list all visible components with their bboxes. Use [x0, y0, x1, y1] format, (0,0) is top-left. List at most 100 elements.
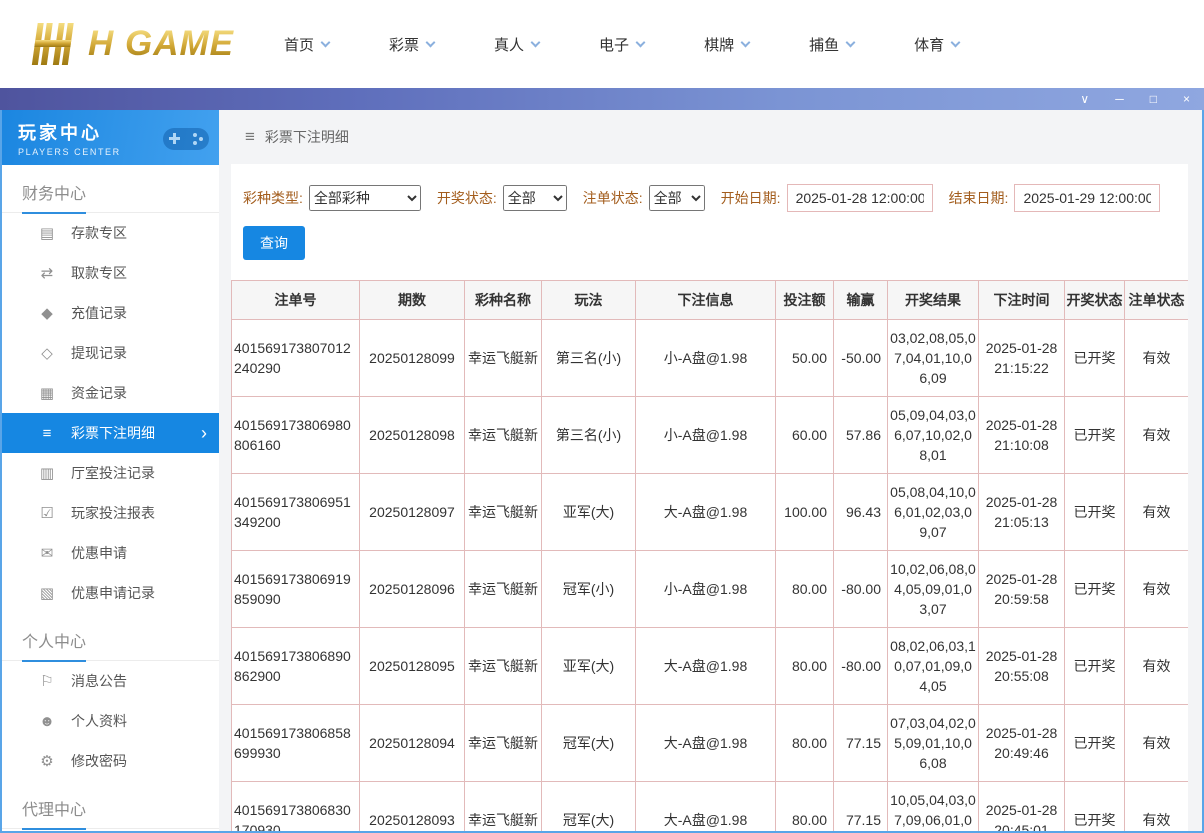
- sidebar-item-withdraw[interactable]: ⇄取款专区: [2, 253, 219, 293]
- cell-lottery: 幸运飞艇新: [465, 628, 542, 705]
- sidebar-item-label: 资金记录: [71, 383, 127, 403]
- app-body: 玩家中心 PLAYERS CENTER 财务中心▤存款专区⇄取款专区◆充值记录◇…: [0, 110, 1204, 833]
- cell-bet_no: 401569173807012240290: [232, 320, 360, 397]
- sidebar-item-label: 优惠申请: [71, 543, 127, 563]
- sidebar-item-deposit[interactable]: ▤存款专区: [2, 213, 219, 253]
- nav-item-fishing[interactable]: 捕鱼: [809, 34, 854, 55]
- cell-bet_time: 2025-01-28 20:59:58: [979, 551, 1065, 628]
- nav-item-live[interactable]: 真人: [494, 34, 539, 55]
- cell-play: 冠军(大): [542, 782, 636, 832]
- nav-item-electronic[interactable]: 电子: [599, 34, 644, 55]
- sidebar-item-lottery-bet-detail[interactable]: ≡彩票下注明细›: [2, 413, 219, 453]
- cell-win_loss: 96.43: [834, 474, 888, 551]
- cell-bet_time: 2025-01-28 21:05:13: [979, 474, 1065, 551]
- col-header-bet_status: 注单状态: [1125, 281, 1189, 320]
- dropdown-button[interactable]: ∨: [1080, 88, 1089, 110]
- col-header-amount: 投注额: [776, 281, 834, 320]
- nav-item-label: 电子: [599, 34, 629, 55]
- bet-status-select[interactable]: 全部: [649, 185, 705, 211]
- nav-item-label: 真人: [494, 34, 524, 55]
- cell-amount: 100.00: [776, 474, 834, 551]
- chevron-down-icon: [321, 37, 331, 47]
- col-header-lottery: 彩种名称: [465, 281, 542, 320]
- player-report-icon: ☑: [38, 504, 56, 522]
- cell-bet_time: 2025-01-28 20:55:08: [979, 628, 1065, 705]
- sidebar-item-label: 优惠申请记录: [71, 583, 155, 603]
- nav-item-board-games[interactable]: 棋牌: [704, 34, 749, 55]
- cell-draw_status: 已开奖: [1065, 397, 1125, 474]
- main-content: ≡ 彩票下注明细 彩种类型: 全部彩种 开奖状态: 全部 注单状态: 全部 开始…: [219, 110, 1202, 831]
- cell-result: 08,02,06,03,10,07,01,09,04,05: [888, 628, 979, 705]
- sidebar-item-fund-record[interactable]: ▦资金记录: [2, 373, 219, 413]
- minimize-button[interactable]: ─: [1115, 88, 1124, 110]
- nav-item-home[interactable]: 首页: [284, 34, 329, 55]
- sidebar-item-promo-record[interactable]: ▧优惠申请记录: [2, 573, 219, 613]
- nav-item-sports[interactable]: 体育: [914, 34, 959, 55]
- chevron-down-icon: [741, 37, 751, 47]
- maximize-button[interactable]: □: [1150, 88, 1157, 110]
- col-header-play: 玩法: [542, 281, 636, 320]
- cell-amount: 80.00: [776, 551, 834, 628]
- cell-period: 20250128093: [360, 782, 465, 832]
- nav-item-label: 首页: [284, 34, 314, 55]
- recharge-record-icon: ◆: [38, 304, 56, 322]
- end-date-label: 结束日期:: [949, 188, 1009, 208]
- cell-bet_status: 有效: [1125, 397, 1189, 474]
- sidebar-section-title: 代理中心: [2, 781, 219, 829]
- cell-bet_no: 401569173806830170930: [232, 782, 360, 832]
- cell-result: 10,02,06,08,04,05,09,01,03,07: [888, 551, 979, 628]
- sidebar-item-promo-apply[interactable]: ✉优惠申请: [2, 533, 219, 573]
- cell-play: 第三名(小): [542, 320, 636, 397]
- sidebar-item-hall-bet-record[interactable]: ▥厅室投注记录: [2, 453, 219, 493]
- cell-period: 20250128094: [360, 705, 465, 782]
- cell-play: 亚军(大): [542, 474, 636, 551]
- cell-win_loss: -80.00: [834, 551, 888, 628]
- cell-play: 第三名(小): [542, 397, 636, 474]
- cell-bet_no: 401569173806980806160: [232, 397, 360, 474]
- cell-bet_info: 大-A盘@1.98: [636, 705, 776, 782]
- chevron-down-icon: [951, 37, 961, 47]
- start-date-label: 开始日期:: [721, 188, 781, 208]
- window-titlebar: ∨ ─ □ ×: [0, 88, 1204, 110]
- sidebar-item-label: 玩家投注报表: [71, 503, 155, 523]
- sidebar-item-profile[interactable]: ☻个人资料: [2, 701, 219, 741]
- cell-amount: 80.00: [776, 782, 834, 832]
- lottery-bet-detail-icon: ≡: [38, 425, 56, 442]
- bet-status-label: 注单状态:: [583, 188, 643, 208]
- table-row: 40156917380701224029020250128099幸运飞艇新第三名…: [232, 320, 1189, 397]
- sidebar-item-withdrawal-record[interactable]: ◇提现记录: [2, 333, 219, 373]
- sidebar-item-player-report[interactable]: ☑ 玩家投注报表: [2, 493, 219, 533]
- cell-bet_time: 2025-01-28 21:15:22: [979, 320, 1065, 397]
- close-button[interactable]: ×: [1183, 88, 1190, 110]
- sidebar-item-label: 取款专区: [71, 263, 127, 283]
- table-header-row: 注单号期数彩种名称玩法下注信息投注额输赢开奖结果下注时间开奖状态注单状态: [232, 281, 1189, 320]
- table-row: 40156917380683017093020250128093幸运飞艇新冠军(…: [232, 782, 1189, 832]
- top-nav: 首页 彩票 真人 电子 棋牌 捕鱼 体育: [284, 34, 959, 55]
- cell-period: 20250128099: [360, 320, 465, 397]
- message-icon: ⚐: [38, 672, 56, 690]
- breadcrumb-label: 彩票下注明细: [265, 127, 349, 147]
- breadcrumb: ≡ 彩票下注明细: [219, 110, 1202, 164]
- chevron-down-icon: [846, 37, 856, 47]
- cell-lottery: 幸运飞艇新: [465, 320, 542, 397]
- cell-win_loss: 57.86: [834, 397, 888, 474]
- cell-bet_status: 有效: [1125, 551, 1189, 628]
- cell-play: 冠军(小): [542, 551, 636, 628]
- sidebar-item-password[interactable]: ⚙修改密码: [2, 741, 219, 781]
- sidebar-item-message[interactable]: ⚐消息公告: [2, 661, 219, 701]
- chevron-down-icon: [636, 37, 646, 47]
- sidebar-item-label: 修改密码: [71, 751, 127, 771]
- lottery-type-select[interactable]: 全部彩种: [309, 185, 421, 211]
- draw-status-label: 开奖状态:: [437, 188, 497, 208]
- nav-item-label: 捕鱼: [809, 34, 839, 55]
- cell-win_loss: 77.15: [834, 705, 888, 782]
- nav-item-lottery[interactable]: 彩票: [389, 34, 434, 55]
- draw-status-select[interactable]: 全部: [503, 185, 567, 211]
- sidebar-item-label: 厅室投注记录: [71, 463, 155, 483]
- start-date-input[interactable]: [787, 184, 933, 212]
- end-date-input[interactable]: [1014, 184, 1160, 212]
- sidebar-item-recharge-record[interactable]: ◆充值记录: [2, 293, 219, 333]
- cell-bet_time: 2025-01-28 20:49:46: [979, 705, 1065, 782]
- sidebar-item-label: 提现记录: [71, 343, 127, 363]
- query-button[interactable]: 查询: [243, 226, 305, 260]
